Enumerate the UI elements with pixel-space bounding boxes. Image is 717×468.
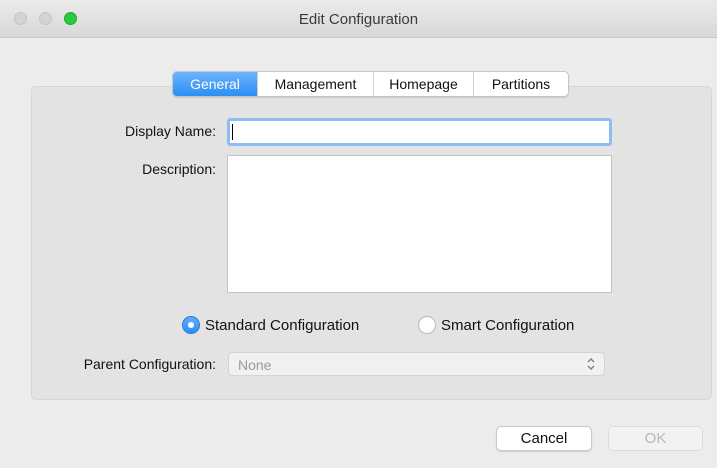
description-field[interactable]: [227, 155, 612, 293]
parent-configuration-select[interactable]: None: [228, 352, 605, 376]
display-name-field[interactable]: [227, 118, 612, 146]
tab-management[interactable]: Management: [257, 72, 373, 96]
ok-button[interactable]: OK: [608, 426, 703, 451]
title-bar[interactable]: Edit Configuration: [0, 0, 717, 38]
description-label: Description:: [142, 161, 216, 177]
radio-selected-icon[interactable]: [182, 316, 200, 334]
parent-configuration-label: Parent Configuration:: [83, 356, 216, 372]
radio-unselected-icon[interactable]: [418, 316, 436, 334]
edit-configuration-window: Edit Configuration General Management Ho…: [0, 0, 717, 468]
tab-general[interactable]: General: [173, 72, 257, 96]
standard-configuration-radio[interactable]: Standard Configuration: [182, 316, 359, 334]
cancel-button[interactable]: Cancel: [496, 426, 592, 451]
smart-configuration-label: Smart Configuration: [441, 316, 575, 334]
parent-configuration-value: None: [238, 357, 272, 373]
smart-configuration-radio[interactable]: Smart Configuration: [418, 316, 574, 334]
text-cursor: [232, 124, 233, 140]
standard-configuration-label: Standard Configuration: [205, 316, 360, 334]
tab-homepage[interactable]: Homepage: [373, 72, 473, 96]
tab-bar: General Management Homepage Partitions: [172, 71, 569, 97]
display-name-label: Display Name:: [124, 123, 216, 139]
window-title: Edit Configuration: [298, 11, 419, 28]
tab-partitions[interactable]: Partitions: [473, 72, 568, 96]
chevron-up-down-icon: [587, 358, 595, 370]
